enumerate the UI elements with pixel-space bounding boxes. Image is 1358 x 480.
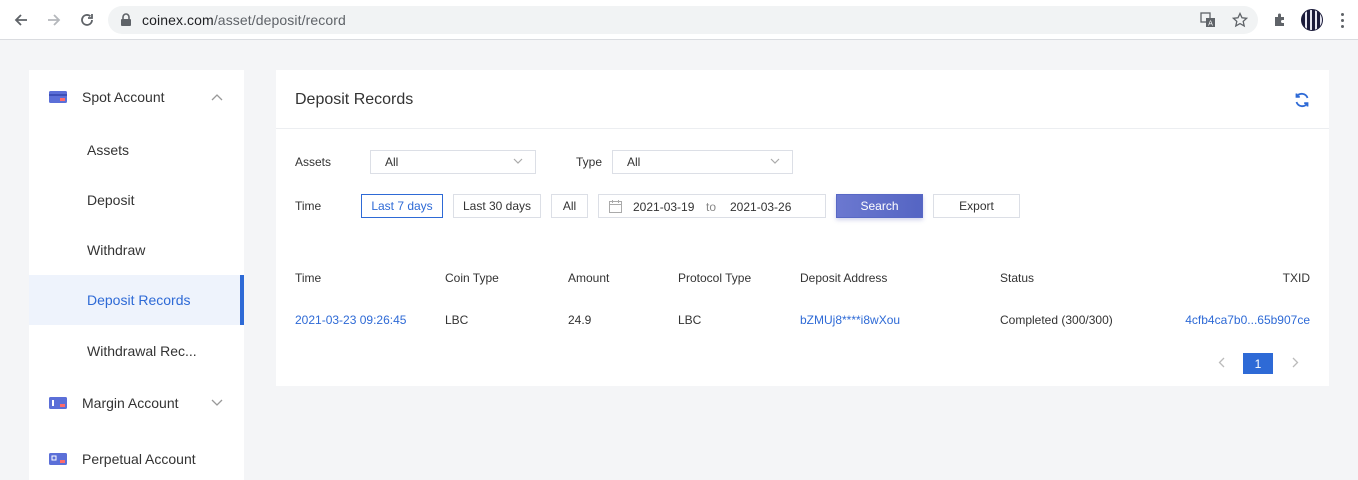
calendar-icon (609, 200, 622, 213)
spot-account-header[interactable]: Spot Account (29, 72, 244, 122)
column-header-status: Status (1000, 271, 1035, 285)
pagination-page-1[interactable]: 1 (1243, 353, 1273, 374)
column-header-amount: Amount (568, 271, 610, 285)
record-protocol-type: LBC (678, 313, 702, 327)
spot-account-label: Spot Account (82, 89, 165, 105)
lock-icon (121, 13, 131, 26)
export-button[interactable]: Export (933, 194, 1020, 218)
perpetual-account-label: Perpetual Account (82, 451, 196, 467)
sidebar-item-deposit[interactable]: Deposit (29, 175, 244, 225)
search-button[interactable]: Search (836, 194, 923, 218)
pagination-prev[interactable] (1214, 354, 1228, 370)
reload-button[interactable] (75, 8, 99, 32)
star-icon (1232, 12, 1248, 28)
url-path: /asset/deposit/record (213, 12, 346, 28)
browser-menu-button[interactable] (1336, 10, 1348, 30)
account-sidebar: Spot Account Assets Deposit Withdraw Dep… (29, 70, 244, 480)
svg-text:A: A (1208, 20, 1213, 28)
date-from[interactable]: 2021-03-19 (633, 200, 694, 214)
reload-icon (81, 14, 93, 26)
margin-account-icon (49, 397, 67, 409)
browser-toolbar: coinex.com/asset/deposit/record A (0, 0, 1358, 40)
forward-button[interactable] (42, 8, 66, 32)
sidebar-item-assets[interactable]: Assets (29, 125, 244, 175)
assets-filter-label: Assets (295, 155, 332, 169)
record-coin-type: LBC (445, 313, 469, 327)
sidebar-item-withdraw[interactable]: Withdraw (29, 225, 244, 275)
extensions-button[interactable] (1270, 10, 1290, 30)
bookmark-star-button[interactable] (1230, 10, 1250, 30)
chevron-left-icon (1218, 357, 1224, 367)
type-select-value: All (627, 155, 641, 169)
time-filter-label: Time (295, 199, 322, 213)
last-30-days-button[interactable]: Last 30 days (453, 194, 541, 218)
all-time-button[interactable]: All (551, 194, 588, 218)
column-header-coin-type: Coin Type (445, 271, 499, 285)
date-to[interactable]: 2021-03-26 (730, 200, 791, 214)
sidebar-item-label: Withdraw (87, 242, 146, 258)
url-text: coinex.com/asset/deposit/record (142, 12, 346, 28)
spot-account-icon (49, 91, 67, 103)
translate-button[interactable]: A (1198, 10, 1218, 30)
chevron-down-icon (211, 399, 223, 406)
perpetual-account-icon (49, 453, 67, 465)
last-7-days-button[interactable]: Last 7 days (361, 194, 443, 218)
assets-select-value: All (385, 155, 399, 169)
margin-account-label: Margin Account (82, 395, 179, 411)
profile-avatar[interactable] (1301, 9, 1323, 31)
chevron-up-icon (211, 94, 223, 101)
sidebar-item-label: Deposit Records (87, 292, 191, 308)
chevron-down-icon (770, 158, 780, 164)
panel-header: Deposit Records (276, 70, 1329, 129)
record-status: Completed (300/300) (1000, 313, 1113, 327)
url-host: coinex.com (142, 12, 214, 28)
address-bar[interactable]: coinex.com/asset/deposit/record A (108, 6, 1258, 34)
type-select[interactable]: All (612, 150, 793, 174)
forward-arrow-icon (48, 14, 61, 26)
record-txid[interactable]: 4cfb4ca7b0...65b907ce (1185, 313, 1310, 327)
translate-icon: A (1200, 12, 1215, 28)
sidebar-item-deposit-records[interactable]: Deposit Records (29, 275, 244, 325)
perpetual-account-header[interactable]: Perpetual Account (29, 434, 244, 480)
date-range-separator: to (706, 200, 717, 214)
page-title: Deposit Records (295, 91, 414, 108)
column-header-deposit-address: Deposit Address (800, 271, 888, 285)
puzzle-icon (1275, 13, 1284, 26)
assets-select[interactable]: All (370, 150, 536, 174)
date-range-picker[interactable]: 2021-03-19 to 2021-03-26 (598, 194, 826, 218)
column-header-time: Time (295, 271, 322, 285)
column-header-protocol-type: Protocol Type (678, 271, 752, 285)
sidebar-item-label: Withdrawal Rec... (87, 343, 197, 359)
record-amount: 24.9 (568, 313, 592, 327)
sidebar-item-label: Assets (87, 142, 130, 158)
margin-account-header[interactable]: Margin Account (29, 378, 244, 428)
pagination-next[interactable] (1288, 354, 1302, 370)
type-filter-label: Type (576, 155, 603, 169)
record-deposit-address[interactable]: bZMUj8****i8wXou (800, 313, 900, 327)
back-arrow-icon (14, 14, 27, 26)
column-header-txid: TXID (1282, 271, 1310, 285)
record-time[interactable]: 2021-03-23 09:26:45 (295, 313, 406, 327)
refresh-icon[interactable] (1293, 91, 1311, 109)
back-button[interactable] (9, 8, 33, 32)
deposit-records-panel: Deposit Records Assets All Type All Time… (276, 70, 1329, 386)
chevron-down-icon (513, 158, 523, 164)
sidebar-item-withdrawal-records[interactable]: Withdrawal Rec... (29, 326, 244, 376)
sidebar-item-label: Deposit (87, 192, 135, 208)
chevron-right-icon (1292, 357, 1298, 367)
